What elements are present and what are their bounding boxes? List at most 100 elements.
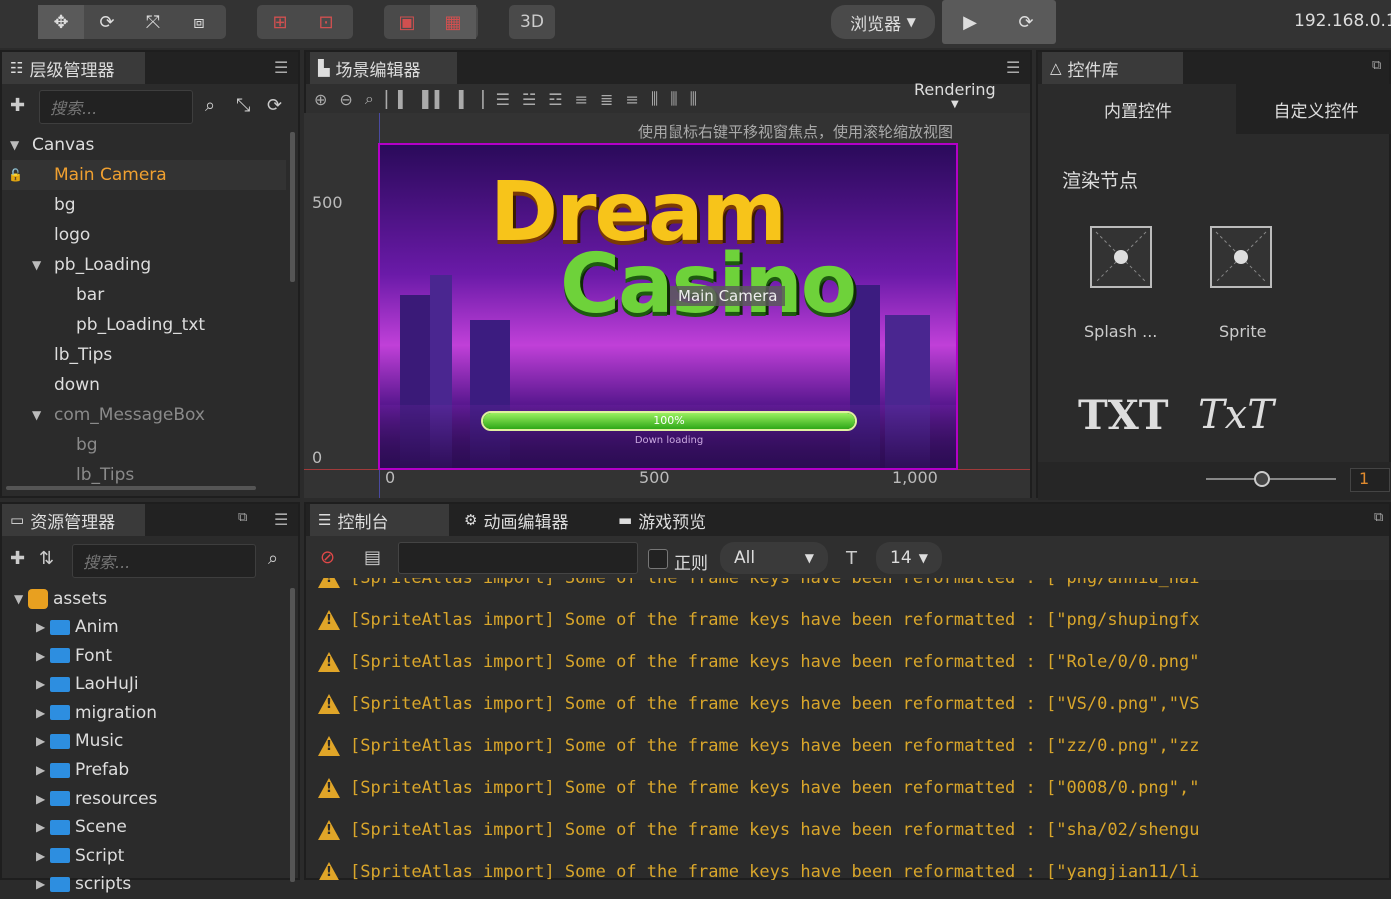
zoom-out-icon[interactable]: ⊖ [339,90,352,109]
log-line[interactable]: [SpriteAtlas import] Some of the frame k… [318,728,1200,764]
scene-menu-icon[interactable]: ☰ [1006,58,1020,77]
chevron-right-icon[interactable]: ▶ [36,792,50,806]
richtext-control[interactable]: TxT [1198,392,1274,438]
regex-checkbox[interactable] [648,549,668,569]
chevron-right-icon[interactable]: ▶ [36,706,50,720]
tree-node[interactable]: bg [2,190,286,220]
distribute-top-icon[interactable]: ≡ [575,90,588,109]
distribute-right-icon[interactable]: ⫼ [690,89,697,109]
tab-animation[interactable]: ⚙ 动画编辑器 [456,504,604,536]
refresh-icon[interactable]: ⟳ [998,0,1054,44]
chevron-down-icon[interactable]: ▼ [10,138,32,152]
distribute-left-icon[interactable]: ⫼ [651,89,658,109]
font-size-select[interactable]: 14 ▼ [876,542,942,574]
log-line[interactable]: [SpriteAtlas import] Some of the frame k… [318,686,1200,722]
label-control[interactable]: TXT [1078,392,1169,439]
distribute-bottom-icon[interactable]: ≡ [625,90,638,109]
chevron-right-icon[interactable]: ▶ [36,877,50,891]
snap-icon[interactable]: ▣ [384,5,430,39]
chevron-right-icon[interactable]: ▶ [36,620,50,634]
log-line[interactable]: [SpriteAtlas import] Some of the frame k… [318,644,1200,680]
tree-node[interactable]: pb_Loading_txt [2,310,286,340]
chevron-right-icon[interactable]: ▶ [36,763,50,777]
asset-folder[interactable]: ▶ Font [36,641,320,671]
rect-tool-icon[interactable]: ⧈ [176,5,222,39]
assets-scrollbar[interactable] [290,588,295,882]
hierarchy-scrollbar[interactable] [290,132,295,282]
play-icon[interactable]: ▶ [942,0,998,44]
hierarchy-search-input[interactable]: 搜索... [39,90,193,124]
chevron-right-icon[interactable]: ▶ [36,820,50,834]
tab-console[interactable]: ☰ 控制台 [310,504,450,536]
tab-builtin[interactable]: 内置控件 [1040,84,1236,134]
add-node-icon[interactable]: ✚ [10,95,25,116]
asset-folder[interactable]: ▶ LaoHuJi [36,669,320,699]
align-bottom-icon[interactable]: ☲ [548,90,562,109]
search-icon[interactable]: ⌕ [268,548,278,569]
log-line[interactable]: [SpriteAtlas import] Some of the frame k… [318,812,1200,848]
scene-tab[interactable]: ▙ 场景编辑器 [310,52,458,84]
tree-node[interactable]: logo [2,220,286,250]
console-filter-input[interactable] [398,542,638,574]
maximize-icon[interactable]: ⧉ [1372,58,1381,73]
log-line[interactable]: [SpriteAtlas import] Some of the frame k… [318,854,1200,880]
tree-node[interactable]: bg [2,430,286,460]
splash-icon[interactable] [1090,226,1152,288]
zoom-in-icon[interactable]: ⊕ [314,90,327,109]
chevron-down-icon[interactable]: ▼ [32,258,54,272]
log-line[interactable]: [SpriteAtlas import] Some of the frame k… [318,770,1200,806]
asset-folder[interactable]: ▶ Anim [36,612,320,642]
tree-node[interactable]: lb_Tips [2,340,286,370]
align-vcenter-icon[interactable]: ☱ [522,90,536,109]
align-hcenter-icon[interactable]: ▌▍ [422,90,447,109]
assets-search-input[interactable]: 搜索... [72,544,256,578]
chevron-right-icon[interactable]: ▶ [36,677,50,691]
distribute-vcenter-icon[interactable]: ≣ [600,90,613,109]
tree-node[interactable]: ▼ com_MessageBox [2,400,286,430]
asset-folder[interactable]: ▶ Scene [36,812,320,842]
sort-icon[interactable]: ⇅ [39,548,54,569]
assets-tab[interactable]: ▭ 资源管理器 [2,504,146,536]
tree-node[interactable]: ▼ pb_Loading [2,250,286,280]
align-left-icon[interactable]: ▏▍ [386,90,411,109]
zoom-slider-handle[interactable] [1254,471,1270,487]
asset-folder[interactable]: ▶ Prefab [36,755,320,785]
canvas-preview[interactable]: Dream Casino Main Camera 100% Down loadi… [378,143,958,470]
asset-folder[interactable]: ▶ scripts [36,869,320,899]
move-tool-icon[interactable]: ✥ [38,5,84,39]
local-icon[interactable]: ⊡ [303,5,349,39]
assets-menu-icon[interactable]: ☰ [274,510,288,529]
log-file-icon[interactable]: ▤ [364,547,381,568]
tab-custom[interactable]: 自定义控件 [1236,84,1391,134]
pivot-icon[interactable]: ⊞ [257,5,303,39]
library-tab[interactable]: △ 控件库 [1042,52,1184,84]
scale-tool-icon[interactable]: ⤧ [130,5,176,39]
asset-folder[interactable]: ▶ migration [36,698,320,728]
3d-toggle-button[interactable]: 3D [509,5,555,39]
platform-select[interactable]: 浏览器 ▼ [831,5,935,39]
rotate-tool-icon[interactable]: ⟳ [84,5,130,39]
asset-folder[interactable]: ▶ Script [36,841,320,871]
maximize-icon[interactable]: ⧉ [1374,510,1383,525]
add-asset-icon[interactable]: ✚ [10,548,25,569]
chevron-right-icon[interactable]: ▶ [36,649,50,663]
log-line[interactable]: [SpriteAtlas import] Some of the frame k… [318,578,1200,596]
clear-icon[interactable]: ⊘ [320,547,335,568]
hierarchy-menu-icon[interactable]: ☰ [274,58,288,77]
align-right-icon[interactable]: ▍▕ [459,90,484,109]
align-top-icon[interactable]: ☰ [496,90,510,109]
chevron-right-icon[interactable]: ▶ [36,849,50,863]
hierarchy-hscrollbar[interactable] [6,486,256,490]
asset-folder[interactable]: ▶ Music [36,726,320,756]
tree-node[interactable]: down [2,370,286,400]
zoom-slider-track[interactable] [1206,478,1336,480]
grid-icon[interactable]: ▦ [430,5,476,39]
tree-node[interactable]: ▼ Canvas [2,130,286,160]
zoom-value-input[interactable]: 1 [1350,468,1390,492]
tree-node[interactable]: 🔓 Main Camera [2,160,286,190]
zoom-fit-icon[interactable]: ⌕ [365,89,374,109]
level-select[interactable]: All ▼ [720,542,828,574]
lock-icon[interactable]: 🔓 [8,168,23,182]
refresh-icon[interactable]: ⟳ [267,95,282,116]
log-line[interactable]: [SpriteAtlas import] Some of the frame k… [318,602,1200,638]
